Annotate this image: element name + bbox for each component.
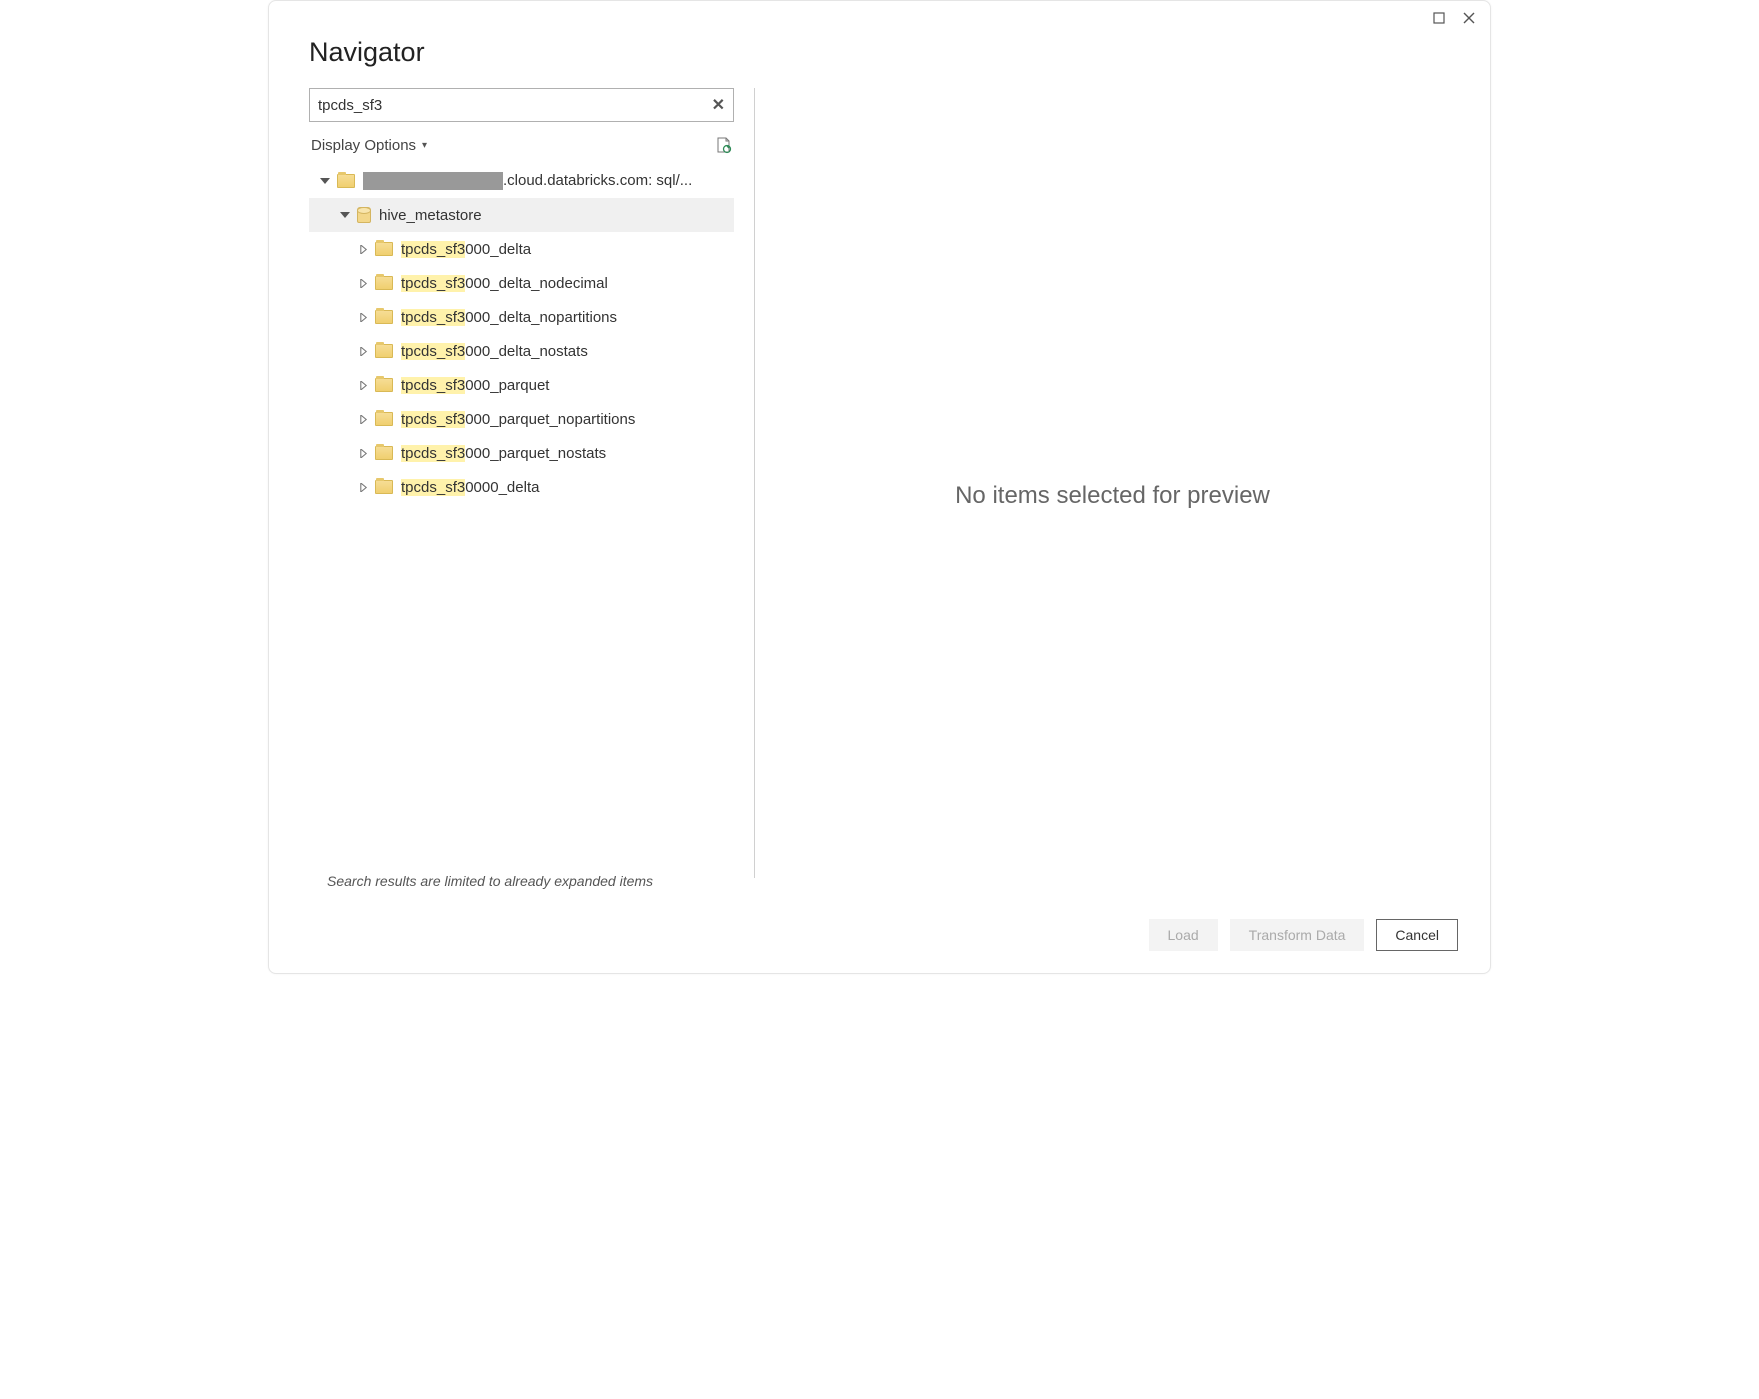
- folder-icon: [375, 480, 393, 494]
- expand-icon[interactable]: [357, 243, 369, 255]
- tree-item-label: tpcds_sf3000_delta_nostats: [401, 343, 588, 360]
- chevron-down-icon: ▾: [422, 140, 427, 151]
- tree-item-label: tpcds_sf3000_parquet_nopartitions: [401, 411, 635, 428]
- redacted-host: [363, 172, 503, 190]
- expand-icon[interactable]: [357, 379, 369, 391]
- tree-root[interactable]: .cloud.databricks.com: sql/...: [309, 164, 734, 198]
- navigator-dialog: Navigator ✕ Display Options ▾: [268, 0, 1491, 974]
- close-button[interactable]: [1460, 9, 1478, 27]
- button-bar: Load Transform Data Cancel: [269, 903, 1490, 973]
- tree-item[interactable]: tpcds_sf3000_delta_nopartitions: [309, 300, 734, 334]
- tree-item-label: tpcds_sf3000_parquet_nostats: [401, 445, 606, 462]
- clear-search-icon[interactable]: ✕: [712, 95, 725, 115]
- folder-icon: [375, 412, 393, 426]
- folder-icon: [375, 242, 393, 256]
- folder-icon: [375, 310, 393, 324]
- expand-icon[interactable]: [357, 277, 369, 289]
- folder-icon: [375, 344, 393, 358]
- tree-item-label: tpcds_sf30000_delta: [401, 479, 539, 496]
- folder-icon: [375, 276, 393, 290]
- tree-item[interactable]: tpcds_sf3000_parquet: [309, 368, 734, 402]
- expand-icon[interactable]: [357, 345, 369, 357]
- search-input[interactable]: [318, 97, 712, 114]
- expand-icon[interactable]: [357, 481, 369, 493]
- search-limit-note: Search results are limited to already ex…: [309, 863, 734, 903]
- metastore-label: hive_metastore: [379, 207, 482, 224]
- tree-item-label: tpcds_sf3000_parquet: [401, 377, 549, 394]
- display-options-dropdown[interactable]: Display Options ▾: [311, 137, 427, 154]
- tree-item[interactable]: tpcds_sf3000_delta_nodecimal: [309, 266, 734, 300]
- tree-item-label: tpcds_sf3000_delta: [401, 241, 531, 258]
- tree-item[interactable]: tpcds_sf3000_parquet_nostats: [309, 436, 734, 470]
- tree[interactable]: .cloud.databricks.com: sql/... hive_meta…: [309, 164, 734, 863]
- transform-data-button[interactable]: Transform Data: [1230, 919, 1365, 951]
- tree-item[interactable]: tpcds_sf30000_delta: [309, 470, 734, 504]
- dialog-title: Navigator: [269, 27, 1490, 88]
- search-box[interactable]: ✕: [309, 88, 734, 122]
- load-button[interactable]: Load: [1149, 919, 1218, 951]
- pane-divider: [754, 88, 755, 878]
- preview-empty-message: No items selected for preview: [955, 482, 1270, 510]
- refresh-icon[interactable]: [714, 136, 732, 154]
- maximize-button[interactable]: [1430, 9, 1448, 27]
- tree-item[interactable]: tpcds_sf3000_parquet_nopartitions: [309, 402, 734, 436]
- tree-item[interactable]: tpcds_sf3000_delta_nostats: [309, 334, 734, 368]
- tree-item-label: tpcds_sf3000_delta_nodecimal: [401, 275, 608, 292]
- expand-icon[interactable]: [357, 413, 369, 425]
- tree-metastore[interactable]: hive_metastore: [309, 198, 734, 232]
- folder-icon: [337, 174, 355, 188]
- cancel-button[interactable]: Cancel: [1376, 919, 1458, 951]
- folder-icon: [375, 378, 393, 392]
- tree-item[interactable]: tpcds_sf3000_delta: [309, 232, 734, 266]
- expand-icon[interactable]: [357, 311, 369, 323]
- expand-icon[interactable]: [357, 447, 369, 459]
- collapse-icon[interactable]: [339, 209, 351, 221]
- root-label: .cloud.databricks.com: sql/...: [363, 172, 692, 190]
- titlebar: [269, 1, 1490, 27]
- collapse-icon[interactable]: [319, 175, 331, 187]
- folder-icon: [375, 446, 393, 460]
- preview-pane: No items selected for preview: [775, 88, 1450, 903]
- display-options-label: Display Options: [311, 137, 416, 154]
- left-pane: ✕ Display Options ▾: [309, 88, 734, 903]
- tree-item-label: tpcds_sf3000_delta_nopartitions: [401, 309, 617, 326]
- database-icon: [357, 207, 371, 223]
